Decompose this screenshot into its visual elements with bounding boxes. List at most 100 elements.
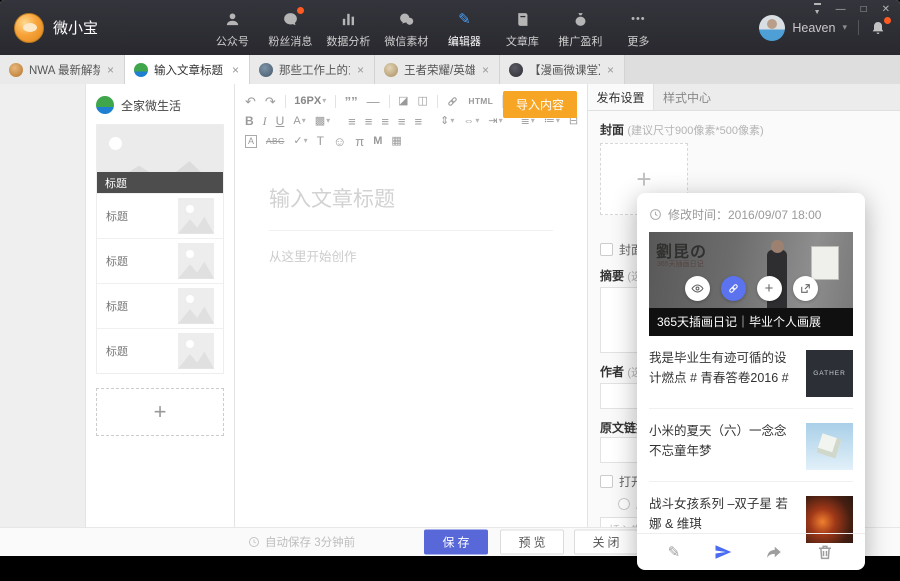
formula-icon[interactable]: π [355,135,364,148]
nav-item-official-account[interactable]: 公众号 [203,6,261,49]
html-source-icon[interactable]: HTML [468,97,493,106]
find-replace-icon[interactable]: M [373,136,382,147]
nav-item-article-library[interactable]: 文章库 [493,6,551,49]
blockquote-icon[interactable]: ”” [345,95,358,108]
tab-publish-settings[interactable]: 发布设置 [588,84,654,110]
image-placeholder-icon [109,137,122,150]
thumbnail-placeholder [178,198,214,234]
align-center-icon[interactable]: ≡ [365,115,373,128]
redo-icon[interactable]: ↷ [265,95,276,108]
list-item[interactable]: 小米的夏天（六）一念念不忘童年梦 [649,409,853,482]
nav-item-editor[interactable]: ✎ 编辑器 [435,6,493,49]
share-button[interactable] [765,543,783,561]
edit-button[interactable]: ✎ [668,543,681,561]
spellcheck-dropdown[interactable]: ✓ ▾ [293,136,307,147]
font-color-dropdown[interactable]: A ▾ [293,116,305,127]
featured-article[interactable]: 劉昆の 365天插画日记 + 365天插画日记｜毕业个人画展 [649,232,853,336]
emoji-icon[interactable]: ☺ [333,135,346,148]
tab-style-center[interactable]: 样式中心 [654,84,720,110]
format-clear-icon[interactable]: ◪ [398,96,408,107]
checkbox[interactable] [600,475,613,488]
cover-template-item[interactable]: 标题 [97,125,223,193]
indent-dropdown[interactable]: ⇥ ▾ [488,116,502,127]
text-border-icon[interactable]: A [245,135,257,148]
link-icon[interactable] [446,95,459,108]
tab-close-icon[interactable]: × [231,63,240,77]
chevron-down-icon: ▾ [499,117,503,125]
horizontal-rule-icon[interactable]: — [367,95,380,108]
nav-item-analytics[interactable]: 数据分析 [319,6,377,49]
close-article-button[interactable]: 关闭 [574,530,638,555]
save-button[interactable]: 保存 [424,530,488,555]
edit-area: 输入文章标题 从这里开始创作 [235,153,587,265]
format-paint-icon[interactable]: ◫ [418,96,428,107]
copy-link-button[interactable] [721,276,746,301]
nav-item-wechat-material[interactable]: 微信素材 [377,6,435,49]
paper-plane-icon [714,543,732,561]
article-body-input[interactable]: 从这里开始创作 [269,246,553,265]
italic-icon[interactable]: I [263,115,267,127]
eye-icon [691,282,704,295]
article-history-popup: 修改时间：2016/09/07 18:00 劉昆の 365天插画日记 + [637,193,865,570]
chevron-down-icon[interactable]: ▾ [842,22,847,33]
tab-close-icon[interactable]: × [106,63,115,77]
align-both-icon[interactable]: ≡ [415,115,423,128]
background-color-dropdown[interactable]: ▩ ▾ [315,116,330,127]
tab-comic-class[interactable]: 【漫画微课堂】封面海... × [500,55,625,84]
align-justify-icon[interactable]: ≡ [398,115,406,128]
app-name: 微小宝 [53,17,98,38]
tab-kings-glory[interactable]: 王者荣耀/英雄美术字 × [375,55,500,84]
app-logo-icon [14,13,44,43]
tab-current-article[interactable]: 输入文章标题 × [125,55,250,84]
list-item[interactable]: 我是毕业生有迹可循的设计燃点 # 青春答卷2016 # GATHER [649,336,853,409]
mountain-placeholder-icon [178,302,214,324]
font-size-dropdown[interactable]: 16PX ▾ [294,96,326,107]
align-right-icon[interactable]: ≡ [381,115,389,128]
thumbnail-placeholder [178,288,214,324]
list-item[interactable]: 标题 [97,283,223,328]
nav-item-more[interactable]: ••• 更多 [609,6,667,49]
letter-spacing-dropdown[interactable]: ⇔ ▾ [463,116,479,127]
list-item[interactable]: 标题 [97,193,223,238]
import-content-button[interactable]: 导入内容 [503,91,577,118]
minimize-button[interactable]: — [836,3,846,20]
line-height-dropdown[interactable]: ⇕ ▾ [440,116,454,127]
user-avatar[interactable] [759,15,785,41]
export-button[interactable] [793,276,818,301]
tab-close-icon[interactable]: × [606,63,615,77]
nav-item-promotion[interactable]: 推广盈利 [551,6,609,49]
radio-button[interactable] [618,498,630,510]
add-button[interactable]: + [757,276,782,301]
thumbnail-placeholder [178,333,214,369]
strikethrough-icon[interactable]: ABC [266,137,284,146]
list-item[interactable]: 标题 [97,238,223,283]
tab-close-icon[interactable]: × [481,63,490,77]
table-icon[interactable]: ▦ [391,136,401,147]
mountain-placeholder-icon [178,257,214,279]
update-icon[interactable]: ▼ [814,3,821,20]
list-item[interactable]: 标题 [97,328,223,373]
delete-button[interactable] [816,543,834,561]
account-header[interactable]: 全家微生活 [86,84,234,124]
align-left-icon[interactable]: ≡ [348,115,356,128]
bold-icon[interactable]: B [245,115,254,127]
tab-work-stuff[interactable]: 那些工作上的东西 × [250,55,375,84]
featured-cover-image: 劉昆の 365天插画日记 + [649,232,853,308]
underline-icon[interactable]: U [276,115,285,127]
preview-eye-button[interactable] [685,276,710,301]
bell-icon[interactable] [870,20,886,36]
nav-item-fan-messages[interactable]: 粉丝消息 [261,6,319,49]
bar-chart-icon [340,10,357,29]
tab-close-icon[interactable]: × [356,63,365,77]
add-article-button[interactable]: + [96,388,224,436]
text-style-icon[interactable]: T [317,135,324,147]
preview-button[interactable]: 预览 [500,530,564,555]
maximize-button[interactable]: □ [861,3,867,20]
article-title-input[interactable]: 输入文章标题 [269,183,553,213]
undo-icon[interactable]: ↶ [245,95,256,108]
checkbox[interactable] [600,243,613,256]
thumbnail-placeholder [178,243,214,279]
tab-nwa[interactable]: NWA 最新解禁作品 × [0,55,125,84]
send-button[interactable] [714,543,732,561]
close-button[interactable]: ✕ [882,3,890,20]
